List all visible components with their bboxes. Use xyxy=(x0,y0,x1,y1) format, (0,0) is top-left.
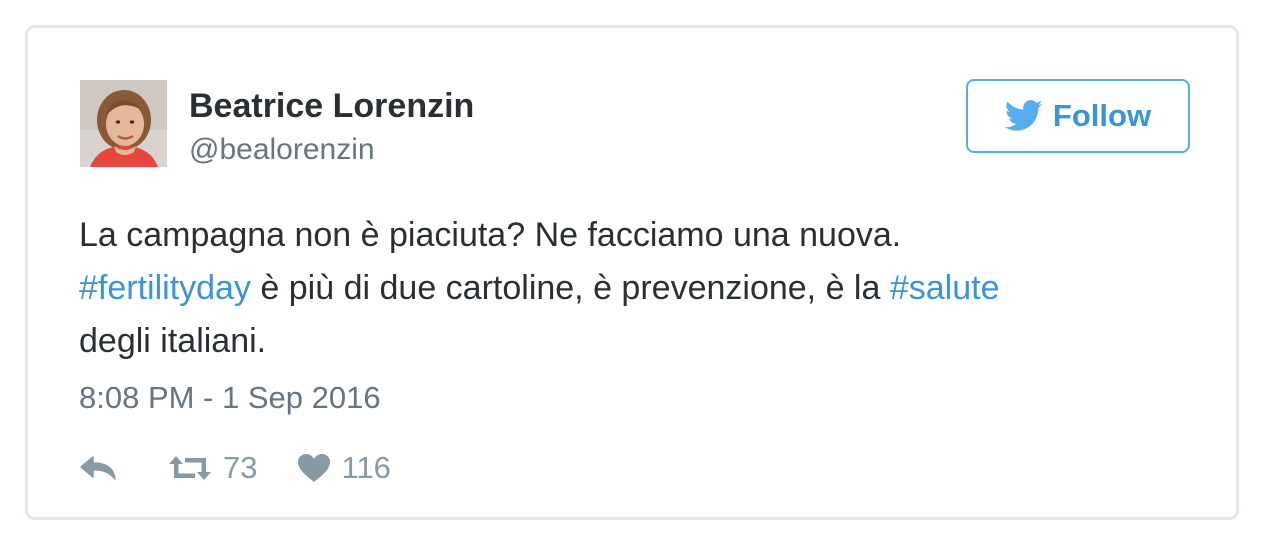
reply-button[interactable] xyxy=(79,455,119,481)
twitter-bird-icon xyxy=(1004,100,1043,131)
hashtag-fertilityday[interactable]: #fertilityday xyxy=(79,269,251,307)
tweet-card: Beatrice Lorenzin @bealorenzin Follow La… xyxy=(25,25,1239,520)
heart-icon xyxy=(298,454,331,482)
reply-icon xyxy=(80,456,116,480)
retweet-icon xyxy=(169,456,211,480)
tweet-text-line-1: La campagna non è piaciuta? Ne facciamo … xyxy=(79,216,902,254)
like-button[interactable]: 116 xyxy=(297,450,391,486)
hashtag-salute[interactable]: #salute xyxy=(890,269,1000,307)
tweet-timestamp[interactable]: 8:08 PM - 1 Sep 2016 xyxy=(79,378,381,418)
tweet-actions: 73 116 xyxy=(79,446,391,490)
follow-button[interactable]: Follow xyxy=(966,79,1190,153)
tweet-text: La campagna non è piaciuta? Ne facciamo … xyxy=(79,209,1199,368)
follow-button-label: Follow xyxy=(1052,98,1152,133)
tweet-text-segment: è più di due cartoline, è prevenzione, è… xyxy=(250,269,890,307)
tweet-text-line-3: degli italiani. xyxy=(79,322,267,360)
retweet-button[interactable]: 73 xyxy=(167,450,257,486)
retweet-count: 73 xyxy=(223,450,258,485)
like-count: 116 xyxy=(341,450,391,485)
author-avatar[interactable] xyxy=(80,80,167,167)
author-handle[interactable]: @bealorenzin xyxy=(189,132,375,168)
author-name[interactable]: Beatrice Lorenzin xyxy=(189,86,474,126)
tweet-text-line-2: #fertilityday è più di due cartoline, è … xyxy=(79,262,1199,315)
